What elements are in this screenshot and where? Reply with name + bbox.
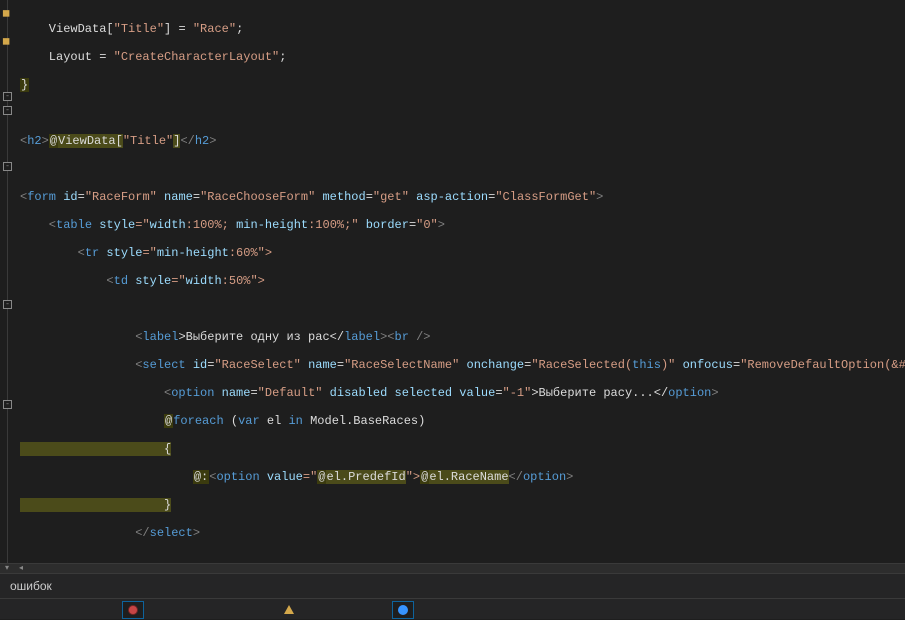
code-editor[interactable]: ◼ ◼ - - - - - ViewData["Title"] = "Race"… (0, 0, 905, 563)
fold-toggle[interactable]: - (3, 106, 12, 115)
messages-filter-button[interactable] (392, 601, 414, 619)
fold-toggle[interactable]: - (3, 300, 12, 309)
scroll-left-icon[interactable]: ◂ (14, 564, 28, 574)
code-content[interactable]: ViewData["Title"] = "Race"; Layout = "Cr… (14, 0, 905, 563)
error-list-panel: ошибок (0, 573, 905, 619)
errors-filter-button[interactable] (122, 601, 144, 619)
warning-icon (284, 605, 294, 614)
error-icon (128, 605, 138, 615)
horizontal-scrollbar[interactable]: ▾ ◂ (0, 563, 905, 573)
fold-gutter[interactable]: ◼ ◼ - - - - - (0, 0, 14, 563)
info-icon (398, 605, 408, 615)
panel-toolbar (0, 598, 905, 620)
fold-toggle[interactable]: - (3, 162, 12, 171)
bookmark-icon[interactable]: ◼ (2, 36, 13, 48)
bookmark-icon[interactable]: ◼ (2, 8, 13, 20)
fold-toggle[interactable]: - (3, 92, 12, 101)
panel-title: ошибок (0, 574, 905, 598)
scroll-left-icon[interactable]: ▾ (0, 564, 14, 574)
warnings-filter-button[interactable] (278, 601, 300, 619)
fold-toggle[interactable]: - (3, 400, 12, 409)
